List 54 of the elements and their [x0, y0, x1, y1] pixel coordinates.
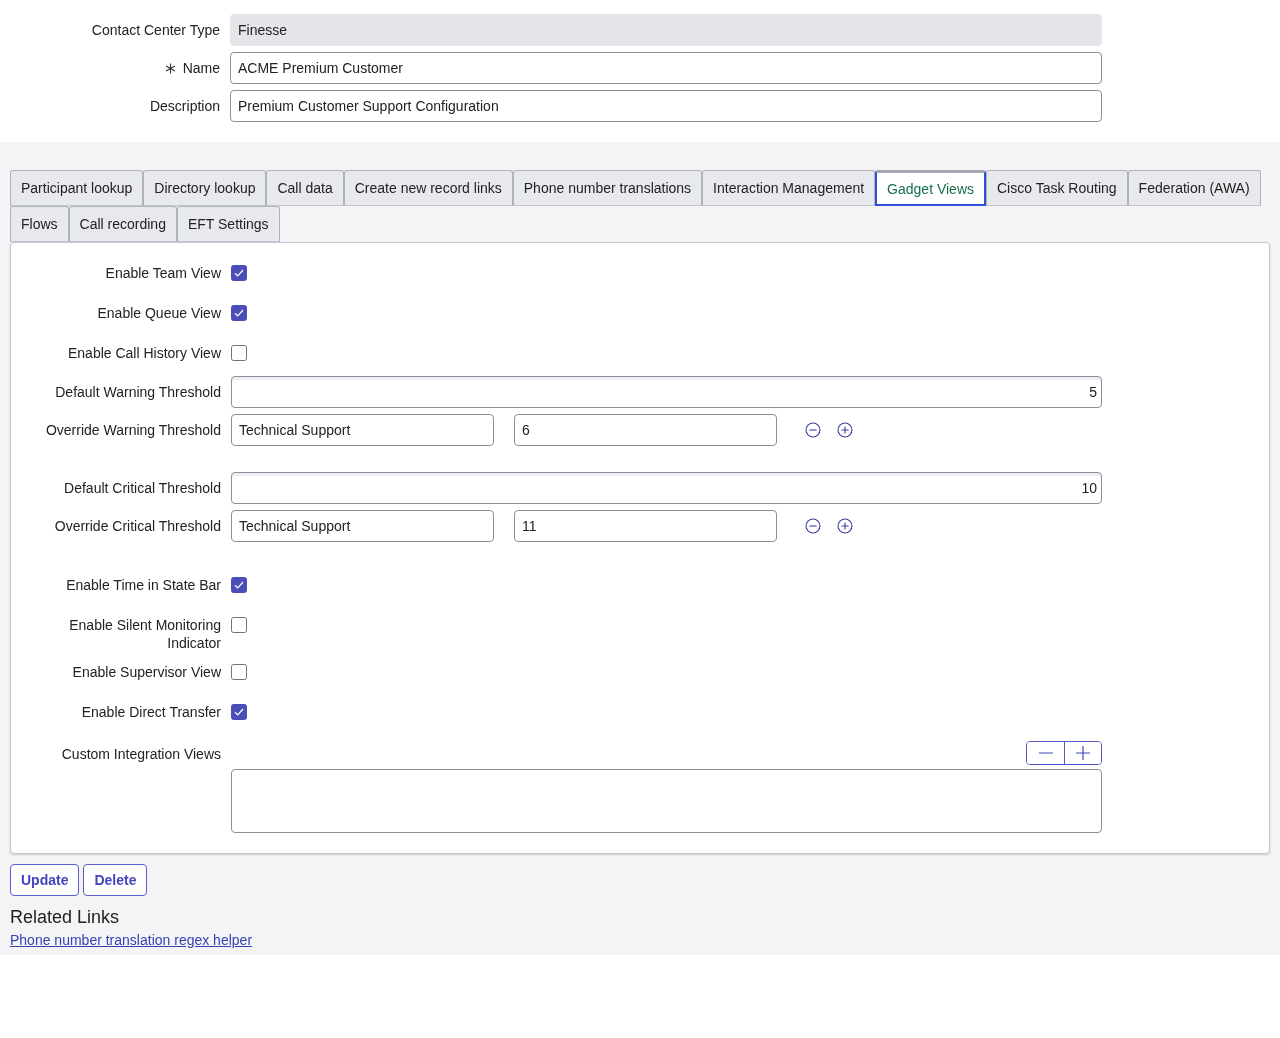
- field-label: Override Warning Threshold: [44, 421, 221, 439]
- link[interactable]: Phone number translation regex helper: [10, 932, 253, 948]
- tab[interactable]: Participant lookup: [10, 170, 144, 206]
- field-label: Enable Time in State Bar: [65, 576, 221, 594]
- plus-circle-icon[interactable]: [837, 518, 853, 534]
- tab[interactable]: Create new record links: [343, 170, 513, 206]
- checkbox[interactable]: [231, 265, 247, 281]
- update-button[interactable]: Update: [10, 864, 80, 896]
- field-label: Enable Queue View: [96, 304, 221, 322]
- section-heading: Related Links: [10, 906, 120, 928]
- minus-circle-icon[interactable]: [805, 518, 821, 534]
- plus-icon: [1076, 746, 1090, 760]
- field-label: Enable Silent Monitoring Indicator: [68, 616, 221, 652]
- tab[interactable]: EFT Settings: [176, 206, 280, 242]
- tab[interactable]: Call recording: [68, 206, 177, 242]
- field-label: Enable Team View: [104, 264, 221, 282]
- field-label: Enable Call History View: [66, 344, 221, 362]
- tab[interactable]: Federation (AWA): [1127, 170, 1261, 206]
- number-field[interactable]: 6: [514, 414, 777, 446]
- number-field[interactable]: 5: [231, 376, 1102, 408]
- field-label: Override Critical Threshold: [53, 517, 221, 535]
- checkbox[interactable]: [231, 664, 247, 680]
- plus-circle-icon[interactable]: [837, 422, 853, 438]
- field-label: Name: [182, 60, 220, 76]
- tab[interactable]: Gadget Views: [875, 170, 986, 206]
- text-field[interactable]: Premium Customer Support Configuration: [230, 90, 1102, 122]
- tab[interactable]: Directory lookup: [143, 170, 267, 206]
- list-box[interactable]: [231, 769, 1102, 833]
- add-button[interactable]: [1064, 742, 1101, 764]
- text-field[interactable]: ACME Premium Customer: [230, 52, 1102, 84]
- checkbox[interactable]: [231, 345, 247, 361]
- field-label: Description: [149, 98, 220, 114]
- checkbox[interactable]: [231, 617, 247, 633]
- tab[interactable]: Cisco Task Routing: [986, 170, 1128, 206]
- queue-field[interactable]: Technical Support: [231, 510, 494, 542]
- field-label: Default Warning Threshold: [54, 383, 221, 401]
- field-label: Enable Supervisor View: [71, 663, 221, 681]
- field-label: Enable Direct Transfer: [80, 703, 221, 721]
- checkbox[interactable]: [231, 704, 247, 720]
- number-field[interactable]: 11: [514, 510, 777, 542]
- tab[interactable]: Flows: [10, 206, 69, 242]
- field-label: Contact Center Type: [91, 22, 220, 38]
- checkbox[interactable]: [231, 305, 247, 321]
- number-field[interactable]: 10: [231, 472, 1102, 504]
- field-label: Custom Integration Views: [60, 745, 221, 763]
- queue-field[interactable]: Technical Support: [231, 414, 494, 446]
- field-label: Default Critical Threshold: [63, 479, 221, 497]
- minus-circle-icon[interactable]: [805, 422, 821, 438]
- checkbox[interactable]: [231, 577, 247, 593]
- tab[interactable]: Call data: [266, 170, 344, 206]
- minus-icon: [1038, 752, 1053, 754]
- delete-button[interactable]: Delete: [83, 864, 148, 896]
- tab[interactable]: Interaction Management: [702, 170, 876, 206]
- tab[interactable]: Phone number translations: [512, 170, 703, 206]
